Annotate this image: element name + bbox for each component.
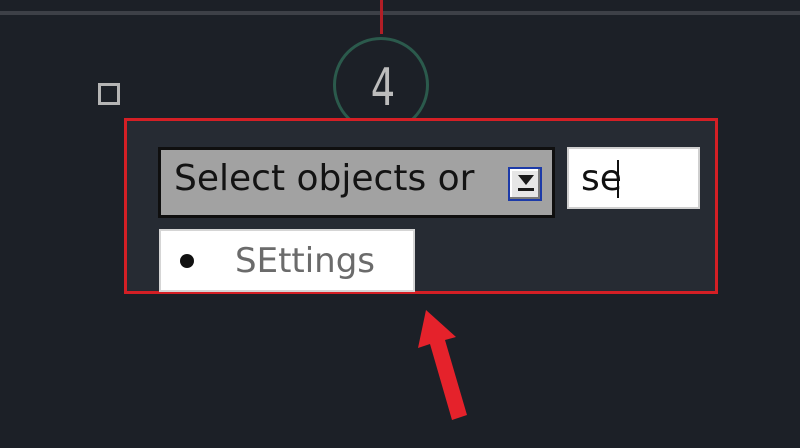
command-prompt-label: Select objects or: [174, 158, 475, 199]
crosshair-line: [380, 0, 383, 34]
autocomplete-suggestion-label: SEttings: [235, 241, 376, 281]
drawing-area-edge-line: [0, 11, 800, 15]
text-caret: [617, 160, 619, 198]
step-number: 4: [370, 58, 396, 118]
bullet-icon: [180, 254, 194, 268]
callout-arrow-icon: [418, 310, 467, 420]
dropdown-arrow-icon[interactable]: [508, 167, 542, 201]
pickbox-cursor-icon: [98, 83, 120, 105]
command-input[interactable]: [567, 147, 700, 209]
